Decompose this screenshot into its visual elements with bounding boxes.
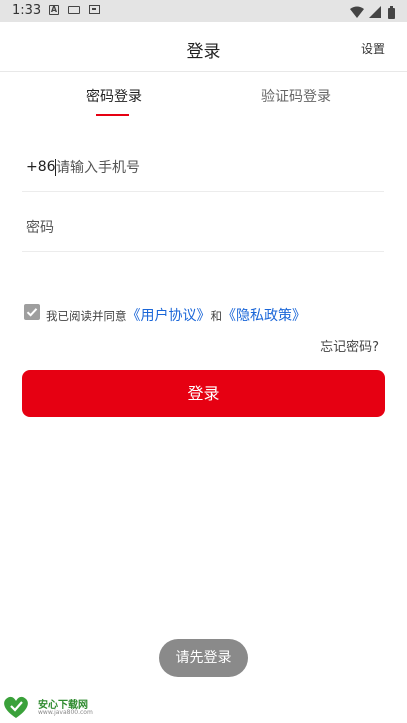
tab-password-login[interactable]: 密码登录	[86, 86, 142, 106]
watermark: 安心下载网 www.java800.com	[2, 694, 112, 722]
phone-input[interactable]	[56, 155, 376, 181]
status-time: 1:33	[12, 3, 42, 18]
agreement-row: 我已阅读并同意《用户协议》和《隐私政策》	[24, 302, 394, 324]
settings-button[interactable]: 设置	[361, 40, 385, 57]
status-bar: 1:33 A	[0, 0, 407, 22]
country-code[interactable]: +86	[26, 159, 56, 175]
check-icon	[26, 308, 38, 317]
page-title: 登录	[186, 42, 221, 62]
agreement-text: 我已阅读并同意《用户协议》和《隐私政策》	[46, 305, 306, 325]
watermark-logo-icon	[4, 696, 28, 718]
forgot-password-link[interactable]: 忘记密码?	[320, 336, 379, 355]
toast-message: 请先登录	[159, 639, 248, 677]
status-right-icons	[349, 4, 399, 19]
battery-icon	[388, 6, 395, 19]
watermark-url: www.java800.com	[38, 709, 93, 716]
agreement-prefix: 我已阅读并同意	[46, 309, 127, 323]
login-tabs: 密码登录 验证码登录	[0, 72, 407, 120]
agreement-checkbox[interactable]	[24, 304, 40, 320]
password-field	[22, 206, 384, 252]
user-agreement-link[interactable]: 《用户协议》	[127, 308, 211, 324]
a-icon: A	[49, 5, 59, 15]
phone-field: +86	[22, 146, 384, 192]
sim-card-icon	[89, 5, 100, 14]
login-button[interactable]: 登录	[22, 370, 385, 417]
agreement-and: 和	[210, 309, 223, 323]
keyboard-icon	[68, 6, 80, 14]
signal-icon	[369, 6, 381, 18]
nav-bar: 登录 设置	[0, 22, 407, 72]
privacy-policy-link[interactable]: 《隐私政策》	[222, 308, 306, 324]
wifi-icon	[350, 6, 364, 18]
password-input[interactable]	[26, 215, 376, 241]
active-tab-indicator	[96, 114, 129, 116]
tab-code-login[interactable]: 验证码登录	[261, 86, 331, 106]
